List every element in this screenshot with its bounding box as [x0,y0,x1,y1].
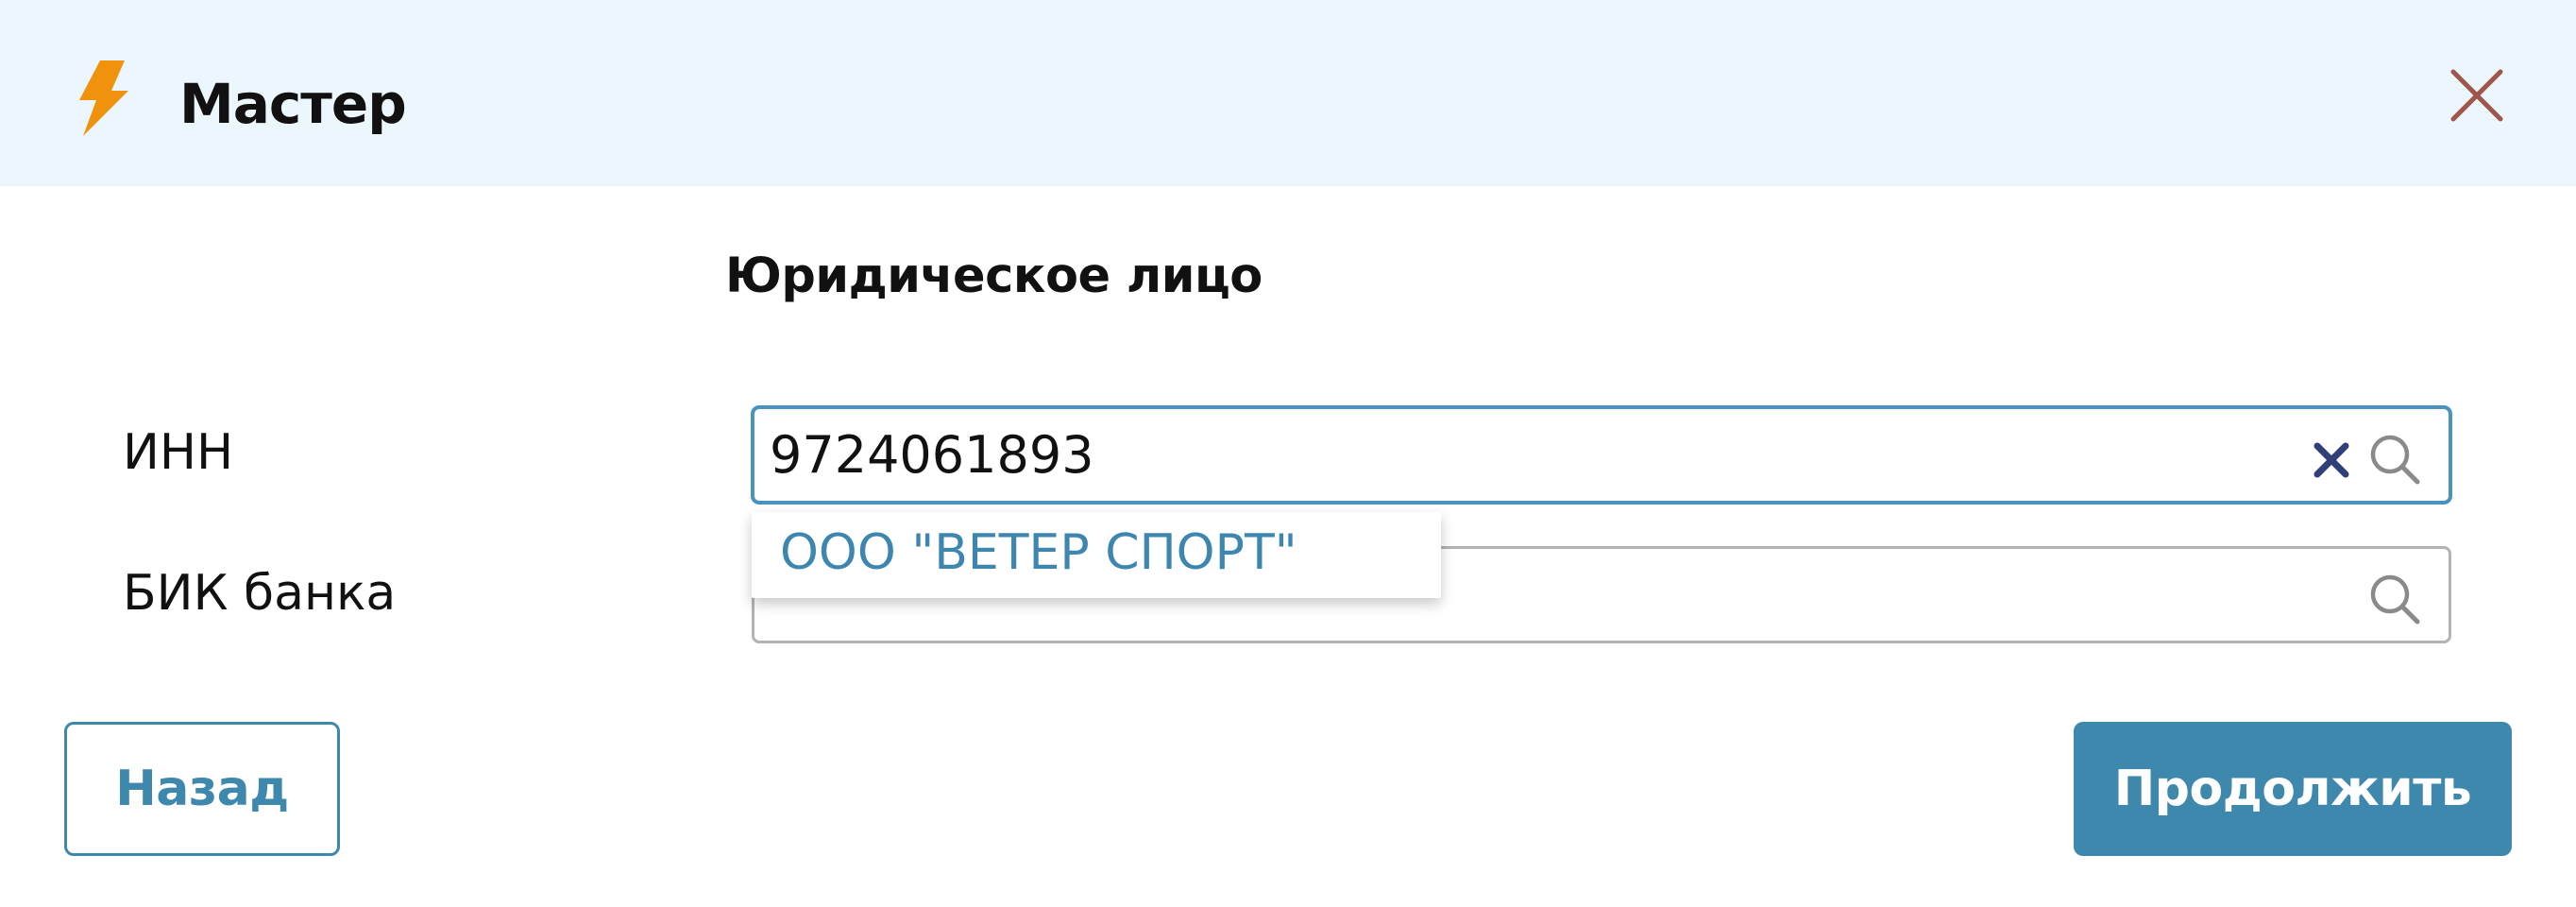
section-title: Юридическое лицо [725,248,1263,304]
search-icon[interactable] [2367,572,2422,626]
inn-input[interactable]: 9724061893 [752,406,2451,504]
suggestion-item[interactable]: ООО "ВЕТЕР СПОРТ" [780,520,1297,586]
inn-value[interactable]: 9724061893 [770,422,1094,488]
continue-button[interactable]: Продолжить [2074,722,2512,856]
back-button[interactable]: Назад [64,722,340,856]
dialog-header: Мастер [0,0,2576,186]
inn-label: ИНН [123,424,234,481]
inn-suggestion-dropdown: ООО "ВЕТЕР СПОРТ" [752,512,1441,598]
search-icon[interactable] [2367,432,2422,487]
clear-icon[interactable] [2313,441,2350,479]
bik-label: БИК банка [123,565,397,622]
dialog-title: Мастер [179,72,407,136]
close-icon[interactable] [2448,66,2506,125]
lightning-icon [79,60,128,136]
